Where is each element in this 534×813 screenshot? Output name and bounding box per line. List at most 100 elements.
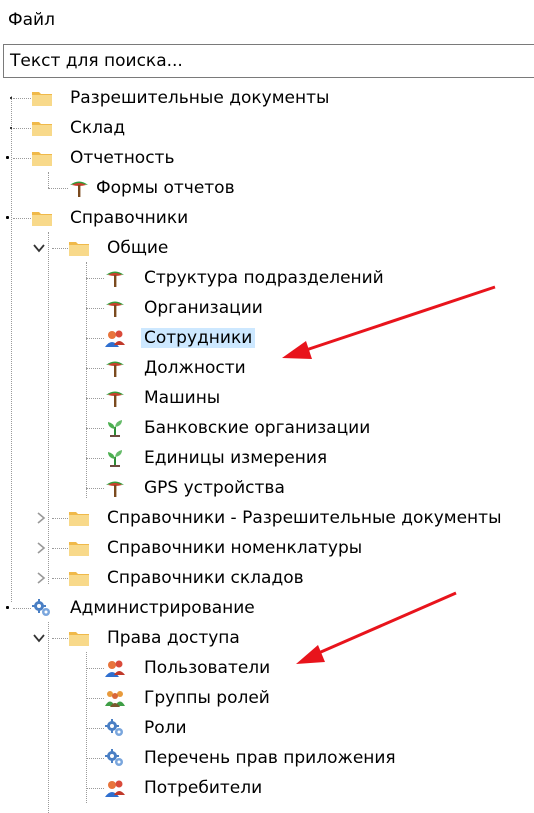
expanded-dot xyxy=(6,216,9,219)
tree-item-role-groups[interactable]: Группы ролей xyxy=(0,684,534,712)
tree-item-administration[interactable]: Администрирование xyxy=(0,594,534,622)
tree-item-label: Группы ролей xyxy=(144,688,270,708)
tree-item-positions[interactable]: Должности xyxy=(0,354,534,382)
chevron-right-icon[interactable] xyxy=(34,541,48,555)
tree-icon xyxy=(104,268,126,288)
tree-connector xyxy=(52,518,68,519)
tree-item-label: Формы отчетов xyxy=(96,178,235,198)
tree-connector xyxy=(86,728,104,729)
tree-item-label: Перечень прав приложения xyxy=(144,748,396,768)
tree-connector xyxy=(86,488,104,489)
gears-icon xyxy=(104,748,126,768)
tree-connector xyxy=(52,548,68,549)
search-input[interactable]: Текст для поиска... xyxy=(3,44,534,78)
tree-item-structure[interactable]: Структура подразделений xyxy=(0,264,534,292)
folder-icon xyxy=(68,538,90,558)
tree-connector xyxy=(48,188,68,189)
tree-item-organizations[interactable]: Организации xyxy=(0,294,534,322)
tree-item-label: Должности xyxy=(144,358,246,378)
tree-item-access-rights[interactable]: Права доступа xyxy=(0,624,534,652)
chevron-right-icon[interactable] xyxy=(34,511,48,525)
tree-connector xyxy=(86,668,104,669)
tree-item-employees[interactable]: Сотрудники xyxy=(0,324,534,352)
folder-icon xyxy=(68,568,90,588)
tree-item-label: Потребители xyxy=(144,778,263,798)
tree-item-general[interactable]: Общие xyxy=(0,234,534,262)
folder-icon xyxy=(31,88,53,108)
users-icon xyxy=(104,328,126,348)
tree-connector xyxy=(86,278,104,279)
menu-bar: Файл xyxy=(0,0,534,40)
tree-item-label: Сотрудники xyxy=(141,328,256,348)
gears-icon xyxy=(104,718,126,738)
chevron-down-icon[interactable] xyxy=(32,631,46,645)
tree-item-label: GPS устройства xyxy=(144,478,285,498)
chevron-right-icon[interactable] xyxy=(34,571,48,585)
tree-item-label: Справочники xyxy=(70,208,189,228)
tree-connector xyxy=(13,128,31,129)
folder-icon xyxy=(68,508,90,528)
users-icon xyxy=(104,778,126,798)
tree-item-label: Организации xyxy=(144,298,263,318)
users-icon xyxy=(104,658,126,678)
tree-item-label: Структура подразделений xyxy=(144,268,384,288)
tree-item-units[interactable]: Единицы измерения xyxy=(0,444,534,472)
folder-icon xyxy=(31,118,53,138)
tree-item-label: Отчетность xyxy=(70,148,175,168)
collapsed-dot xyxy=(10,97,12,99)
tree-item-ref-permits[interactable]: Справочники - Разрешительные документы xyxy=(0,504,534,532)
tree-item-app-rights[interactable]: Перечень прав приложения xyxy=(0,744,534,772)
tree-connector xyxy=(13,608,31,609)
tree-item-gps[interactable]: GPS устройства xyxy=(0,474,534,502)
tree-connector xyxy=(86,338,104,339)
tree-icon xyxy=(104,388,126,408)
sprout-icon xyxy=(104,418,126,438)
gears-icon xyxy=(31,598,53,618)
tree-item-label: Разрешительные документы xyxy=(70,88,330,108)
tree-connector xyxy=(52,578,68,579)
tree-connector xyxy=(86,458,104,459)
tree-item-roles[interactable]: Роли xyxy=(0,714,534,742)
tree-icon xyxy=(68,178,90,198)
tree-item-label: Общие xyxy=(107,238,169,258)
tree-item-warehouse[interactable]: Склад xyxy=(0,114,534,142)
tree-item-label: Машины xyxy=(144,388,221,408)
tree-connector xyxy=(52,638,68,639)
folder-icon xyxy=(31,148,53,168)
tree-item-report-forms[interactable]: Формы отчетов xyxy=(0,174,534,202)
chevron-down-icon[interactable] xyxy=(32,241,46,255)
expanded-dot xyxy=(6,606,9,609)
tree-item-ref-warehouses[interactable]: Справочники складов xyxy=(0,564,534,592)
tree-item-reports[interactable]: Отчетность xyxy=(0,144,534,172)
tree-connector xyxy=(86,368,104,369)
sprout-icon xyxy=(104,448,126,468)
tree-item-consumers[interactable]: Потребители xyxy=(0,774,534,802)
folder-icon xyxy=(68,238,90,258)
tree-item-label: Банковские организации xyxy=(144,418,371,438)
tree-connector xyxy=(86,758,104,759)
tree-item-label: Права доступа xyxy=(107,628,240,648)
tree-connector xyxy=(86,308,104,309)
tree-item-banks[interactable]: Банковские организации xyxy=(0,414,534,442)
tree-connector xyxy=(13,158,31,159)
tree-item-references[interactable]: Справочники xyxy=(0,204,534,232)
tree-item-permits[interactable]: Разрешительные документы xyxy=(0,84,534,112)
tree-item-users[interactable]: Пользователи xyxy=(0,654,534,682)
folder-icon xyxy=(68,628,90,648)
navigation-tree: Разрешительные документы Склад Отчетност… xyxy=(0,84,534,813)
menu-file[interactable]: Файл xyxy=(8,10,55,30)
tree-item-machines[interactable]: Машины xyxy=(0,384,534,412)
tree-connector xyxy=(86,698,104,699)
tree-item-ref-nomenclature[interactable]: Справочники номенклатуры xyxy=(0,534,534,562)
tree-item-label: Склад xyxy=(70,118,126,138)
tree-connector xyxy=(52,248,68,249)
tree-item-label: Пользователи xyxy=(144,658,271,678)
collapsed-dot xyxy=(10,127,12,129)
tree-connector xyxy=(13,98,31,99)
tree-icon xyxy=(104,298,126,318)
folder-icon xyxy=(31,208,53,228)
tree-item-label: Роли xyxy=(144,718,187,738)
tree-connector xyxy=(86,428,104,429)
tree-connector xyxy=(86,398,104,399)
tree-item-label: Справочники - Разрешительные документы xyxy=(107,508,502,528)
